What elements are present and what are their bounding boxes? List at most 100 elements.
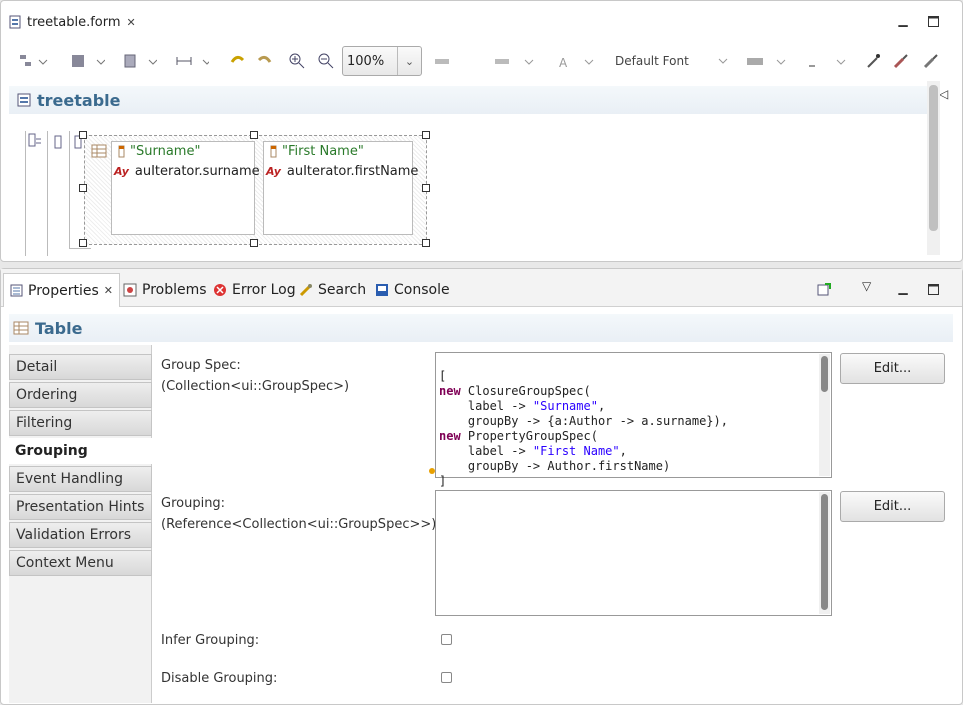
close-icon[interactable]: ✕	[104, 284, 113, 297]
grouping-editor[interactable]	[435, 490, 832, 616]
close-icon[interactable]: ✕	[127, 16, 136, 29]
column-binding-label: auIterator.surname	[134, 164, 260, 179]
tab-properties[interactable]: Properties ✕	[3, 273, 120, 307]
sidebar-item-detail[interactable]: Detail	[9, 354, 152, 380]
collapse-arrow-icon[interactable]: ◁	[939, 87, 948, 101]
maximize-icon[interactable]	[926, 14, 940, 28]
code-line: groupBy -> Author.firstName)	[439, 459, 671, 473]
sidebar-item-context-menu[interactable]: Context Menu	[9, 550, 152, 576]
sidebar-item-label: Filtering	[16, 415, 73, 431]
chevron-down-icon[interactable]	[717, 51, 729, 71]
brush-clear-icon[interactable]	[923, 51, 939, 71]
problems-icon	[123, 283, 137, 297]
zoom-value: 100%	[347, 53, 385, 69]
font-name-select[interactable]: Default Font	[615, 54, 689, 68]
column-icon	[54, 135, 62, 149]
view-menu-icon[interactable]: ▽	[862, 279, 871, 293]
pin-view-icon[interactable]	[817, 282, 831, 300]
editor-tab-bar: treetable.form ✕ ▁	[1, 1, 962, 39]
resize-handle[interactable]	[250, 239, 258, 247]
redo-icon[interactable]	[257, 51, 273, 71]
edit-group-spec-button[interactable]: Edit...	[840, 353, 945, 384]
sidebar-item-validation-errors[interactable]: Validation Errors	[9, 522, 152, 548]
code-line: new PropertyGroupSpec(	[439, 429, 728, 444]
column-icon	[270, 145, 277, 158]
sidebar-item-label: Grouping	[15, 443, 88, 459]
undo-icon[interactable]	[229, 51, 245, 71]
eyedropper-icon[interactable]	[865, 51, 881, 71]
editor-vertical-scrollbar[interactable]	[927, 81, 940, 255]
form-file-icon	[9, 15, 21, 29]
code-text: ,	[619, 444, 627, 458]
paste-icon[interactable]	[123, 51, 157, 71]
properties-header: Table	[9, 314, 953, 342]
layout-tree-icon[interactable]	[19, 51, 49, 71]
scrollbar-thumb[interactable]	[821, 356, 828, 392]
border-style-icon[interactable]	[435, 51, 465, 71]
sidebar-item-presentation-hints[interactable]: Presentation Hints	[9, 494, 152, 520]
minimize-icon[interactable]: ▁	[896, 281, 910, 295]
resize-handle[interactable]	[422, 131, 430, 139]
button-label: Edit...	[873, 499, 912, 514]
table-column-surname[interactable]: "Surname" Ay auIterator.surname	[111, 141, 260, 235]
maximize-icon[interactable]	[926, 282, 940, 296]
group-spec-scrollbar[interactable]	[819, 354, 830, 476]
form-title: treetable	[37, 90, 121, 110]
scrollbar-thumb[interactable]	[929, 85, 938, 231]
tab-problems[interactable]: Problems	[123, 273, 207, 307]
search-icon	[299, 284, 312, 297]
sidebar-item-label: Validation Errors	[16, 527, 132, 543]
zoom-select[interactable]: 100% ⌄	[342, 46, 422, 76]
distribute-icon[interactable]	[175, 51, 209, 71]
container-outline	[47, 131, 69, 256]
tab-console[interactable]: Console	[375, 273, 450, 307]
code-text: PropertyGroupSpec(	[460, 429, 598, 443]
minimize-icon[interactable]: ▁	[896, 13, 910, 27]
tab-search[interactable]: Search	[299, 273, 366, 307]
table-column-first-name[interactable]: "First Name" Ay auIterator.firstName	[263, 141, 418, 235]
fill-pattern-icon[interactable]	[747, 51, 791, 71]
font-color-icon[interactable]: A	[557, 51, 601, 71]
editor-tab-treetable-form[interactable]: treetable.form ✕	[3, 5, 149, 39]
line-width-icon[interactable]	[807, 51, 851, 71]
tab-label: Properties	[28, 282, 99, 299]
edit-grouping-button[interactable]: Edit...	[840, 491, 945, 522]
sidebar-item-filtering[interactable]: Filtering	[9, 410, 152, 436]
line-style-icon[interactable]	[495, 51, 539, 71]
code-text: ClosureGroupSpec(	[460, 384, 591, 398]
zoom-in-icon[interactable]	[289, 51, 305, 71]
svg-text:A: A	[559, 56, 568, 69]
zoom-out-icon[interactable]	[318, 51, 334, 71]
scrollbar-thumb[interactable]	[821, 494, 828, 610]
group-spec-editor[interactable]: [new ClosureGroupSpec( label -> "Surname…	[435, 352, 832, 488]
group-spec-label: Group Spec: (Collection<ui::GroupSpec>)	[161, 355, 349, 397]
button-label: Edit...	[873, 361, 912, 376]
infer-grouping-checkbox[interactable]	[441, 634, 452, 645]
chevron-down-icon[interactable]: ⌄	[397, 47, 421, 75]
sidebar-item-ordering[interactable]: Ordering	[9, 382, 152, 408]
sidebar-item-event-handling[interactable]: Event Handling	[9, 466, 152, 492]
resize-handle[interactable]	[250, 131, 258, 139]
tree-icon	[28, 133, 41, 147]
grouping-scrollbar[interactable]	[819, 492, 830, 614]
properties-title: Table	[35, 318, 83, 338]
form-canvas[interactable]: "Surname" Ay auIterator.surname "First N…	[25, 131, 435, 256]
code-text: label ->	[439, 399, 533, 413]
resize-handle[interactable]	[79, 239, 87, 247]
grouping-label-text: Grouping:	[161, 496, 226, 511]
sidebar-item-label: Presentation Hints	[16, 499, 145, 515]
tab-error-log[interactable]: Error Log	[213, 273, 296, 307]
resize-handle[interactable]	[422, 184, 430, 192]
sidebar-item-grouping[interactable]: Grouping	[9, 438, 152, 464]
layout-table-icon[interactable]	[71, 51, 105, 71]
column-header-label: "First Name"	[282, 144, 364, 159]
code-line: label -> "First Name",	[439, 444, 728, 459]
resize-handle[interactable]	[422, 239, 430, 247]
error-log-icon	[214, 284, 226, 296]
group-spec-label-text: Group Spec:	[161, 358, 241, 373]
resize-handle[interactable]	[79, 184, 87, 192]
brush-icon[interactable]	[893, 51, 909, 71]
resize-handle[interactable]	[79, 131, 87, 139]
disable-grouping-checkbox[interactable]	[441, 672, 452, 683]
code-keyword: new	[439, 429, 461, 443]
